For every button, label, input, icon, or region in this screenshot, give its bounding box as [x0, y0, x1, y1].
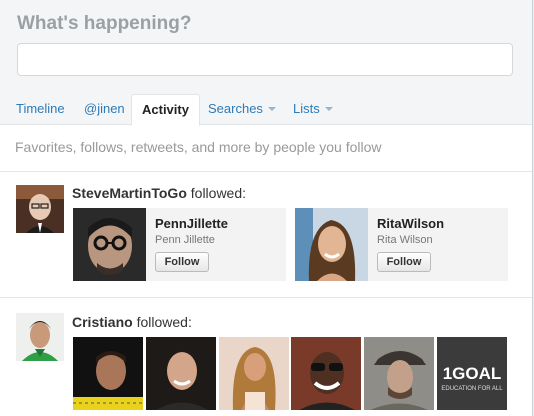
tab-mentions-label: @jinen: [84, 101, 125, 116]
tab-lists-label: Lists: [293, 101, 320, 116]
tweet-composer: What's happening?: [0, 0, 532, 92]
tab-lists[interactable]: Lists: [293, 92, 333, 124]
followed-user-thumbnail[interactable]: [219, 337, 289, 410]
divider: [0, 297, 532, 298]
activity-panel: What's happening? Timeline @jinen Activi…: [0, 0, 533, 416]
user-name[interactable]: PennJillette: [155, 216, 228, 231]
chevron-down-icon: [324, 107, 333, 111]
user-card: RitaWilson Rita Wilson Follow: [295, 208, 508, 281]
tab-timeline-label: Timeline: [16, 101, 65, 116]
tab-searches-label: Searches: [208, 101, 263, 116]
tweet-input[interactable]: [17, 43, 513, 76]
followed-user-thumbnail[interactable]: [146, 337, 216, 410]
logo-subtext: EDUCATION FOR ALL: [441, 386, 503, 392]
followed-user-thumbnail[interactable]: [73, 337, 143, 410]
composer-title: What's happening?: [17, 13, 192, 34]
chevron-down-icon: [267, 107, 276, 111]
divider: [0, 171, 532, 172]
avatar[interactable]: [16, 313, 64, 361]
activity-description: Favorites, follows, retweets, and more b…: [15, 139, 382, 155]
avatar[interactable]: [295, 208, 368, 281]
tab-timeline[interactable]: Timeline: [16, 92, 65, 124]
avatar[interactable]: [16, 185, 64, 233]
followed-user-thumbnail[interactable]: [291, 337, 361, 410]
follow-button[interactable]: Follow: [155, 252, 209, 272]
timeline-tabs: Timeline @jinen Activity Searches Lists: [0, 92, 532, 126]
activity-actor-line: Cristiano followed:: [72, 314, 192, 330]
tab-activity[interactable]: Activity: [131, 94, 200, 126]
actor-name-link[interactable]: SteveMartinToGo: [72, 185, 187, 201]
followed-user-thumbnail[interactable]: [364, 337, 434, 410]
tab-activity-label: Activity: [142, 102, 189, 117]
user-screen-name: Rita Wilson: [377, 234, 433, 246]
user-name[interactable]: RitaWilson: [377, 216, 444, 231]
actor-action: followed:: [136, 314, 192, 330]
tab-searches[interactable]: Searches: [208, 92, 276, 124]
tab-mentions[interactable]: @jinen: [84, 92, 125, 124]
activity-actor-line: SteveMartinToGo followed:: [72, 185, 246, 201]
user-card: PennJillette Penn Jillette Follow: [73, 208, 286, 281]
actor-action: followed:: [190, 185, 247, 201]
user-screen-name: Penn Jillette: [155, 234, 215, 246]
actor-name-link[interactable]: Cristiano: [72, 314, 133, 330]
avatar[interactable]: [73, 208, 146, 281]
1goal-logo-thumbnail[interactable]: 1GOAL EDUCATION FOR ALL: [437, 337, 507, 410]
logo-text: 1GOAL: [443, 364, 502, 383]
follow-button[interactable]: Follow: [377, 252, 431, 272]
